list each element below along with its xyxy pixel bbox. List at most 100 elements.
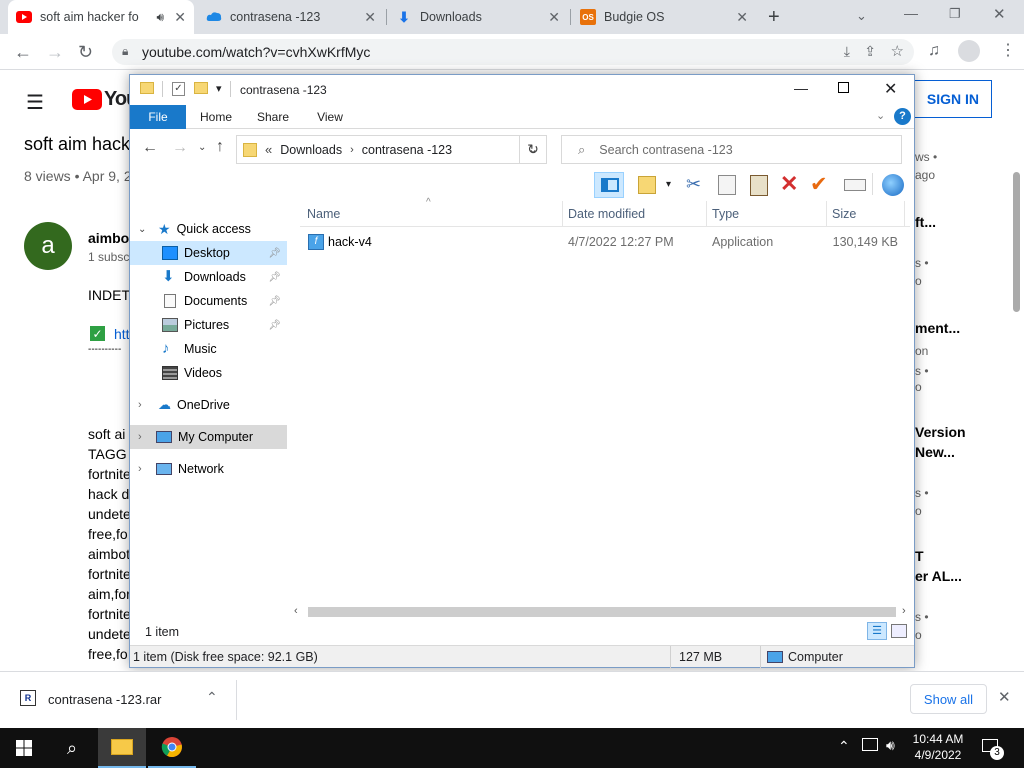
related-video-text[interactable]: s • bbox=[915, 610, 929, 624]
new-folder-icon[interactable] bbox=[194, 82, 208, 94]
nav-network[interactable]: › Network bbox=[130, 457, 287, 481]
chevron-right-icon[interactable]: › bbox=[350, 144, 354, 156]
taskbar-file-explorer[interactable] bbox=[98, 728, 146, 768]
nav-downloads[interactable]: ⬇ Downloads 📌︎ bbox=[130, 265, 287, 289]
related-video-text[interactable]: ago bbox=[915, 168, 935, 182]
preview-pane-button[interactable] bbox=[594, 172, 624, 198]
recent-locations-icon[interactable]: ⌄ bbox=[198, 142, 206, 153]
address-bar[interactable]: 🔒︎ youtube.com/watch?v=cvhXwKrfMyc ⤓ ⇪ ☆ bbox=[112, 39, 914, 65]
pin-icon[interactable]: 📌︎ bbox=[268, 320, 281, 331]
related-video-text[interactable]: er AL... bbox=[915, 568, 962, 584]
nav-music[interactable]: ♪ Music bbox=[130, 337, 287, 361]
related-video-text[interactable]: o bbox=[915, 274, 922, 288]
share-icon[interactable]: ⇪ bbox=[864, 43, 876, 60]
nav-documents[interactable]: Documents 📌︎ bbox=[130, 289, 287, 313]
related-video-text[interactable]: ment... bbox=[915, 320, 960, 336]
search-button[interactable]: ⌕ bbox=[48, 728, 96, 768]
lock-icon[interactable]: 🔒︎ bbox=[122, 44, 128, 59]
copy-icon[interactable] bbox=[718, 175, 736, 195]
tab-file[interactable]: File bbox=[130, 105, 186, 129]
pin-icon[interactable]: 📌︎ bbox=[268, 248, 281, 259]
related-video-text[interactable]: on bbox=[915, 344, 928, 358]
reload-icon[interactable]: ↻ bbox=[78, 42, 93, 63]
forward-icon[interactable]: → bbox=[172, 139, 188, 157]
chevron-up-icon[interactable]: ⌃ bbox=[206, 689, 218, 706]
pin-icon[interactable]: 📌︎ bbox=[268, 272, 281, 283]
maximize-icon[interactable] bbox=[838, 82, 849, 93]
minimize-icon[interactable]: — bbox=[904, 5, 918, 21]
chevron-down-icon[interactable]: ⌄ bbox=[138, 224, 150, 235]
tab-share[interactable]: Share bbox=[248, 105, 298, 129]
tab-budgie[interactable]: OS Budgie OS ✕ bbox=[572, 0, 756, 34]
select-icon[interactable] bbox=[638, 176, 656, 194]
hamburger-icon[interactable]: ☰ bbox=[26, 90, 44, 115]
cut-icon[interactable]: ✂ bbox=[686, 174, 701, 195]
download-item[interactable]: R contrasena -123.rar ⌃ bbox=[0, 672, 236, 728]
clock[interactable]: 10:44 AM 4/9/2022 bbox=[906, 731, 970, 763]
search-box[interactable]: ⌕ Search contrasena -123 bbox=[561, 135, 902, 164]
nav-my-computer[interactable]: › My Computer bbox=[130, 425, 287, 449]
scroll-right-icon[interactable]: › bbox=[902, 605, 906, 617]
related-video-text[interactable]: ft... bbox=[915, 214, 936, 230]
customize-qat-icon[interactable]: ▾ bbox=[216, 82, 222, 95]
media-control-icon[interactable]: ♫ bbox=[928, 42, 940, 60]
back-icon[interactable]: ← bbox=[142, 139, 158, 157]
bookmark-star-icon[interactable]: ☆ bbox=[891, 42, 904, 60]
location-bar[interactable]: « Downloads › contrasena -123 ⌄ bbox=[236, 135, 547, 164]
column-size[interactable]: Size bbox=[832, 207, 856, 221]
close-icon[interactable]: ✕ bbox=[548, 9, 560, 26]
forward-icon[interactable]: → bbox=[46, 42, 64, 63]
youtube-logo[interactable]: You bbox=[72, 88, 138, 111]
start-button[interactable] bbox=[0, 728, 48, 768]
notification-center[interactable]: 3 bbox=[980, 738, 1004, 760]
new-tab-icon[interactable]: + bbox=[768, 6, 780, 29]
dropdown-arrow-icon[interactable]: ▾ bbox=[666, 179, 671, 190]
related-video-text[interactable]: o bbox=[915, 380, 922, 394]
scrollbar-thumb[interactable] bbox=[308, 607, 896, 617]
description-link[interactable]: htt bbox=[114, 326, 130, 342]
profile-icon[interactable] bbox=[958, 40, 980, 62]
related-video-text[interactable]: o bbox=[915, 628, 922, 642]
nav-videos[interactable]: Videos bbox=[130, 361, 287, 385]
chevron-up-icon[interactable]: ⌃ bbox=[838, 738, 850, 755]
minimize-icon[interactable]: — bbox=[794, 80, 808, 96]
tab-contrasena[interactable]: contrasena -123 ✕ bbox=[198, 0, 384, 34]
paste-icon[interactable] bbox=[750, 175, 768, 196]
chevron-right-icon[interactable]: › bbox=[138, 399, 150, 411]
tab-home[interactable]: Home bbox=[190, 105, 242, 129]
help-icon[interactable]: ? bbox=[894, 108, 911, 125]
close-icon[interactable]: ✕ bbox=[364, 9, 376, 26]
expand-ribbon-icon[interactable]: ⌄ bbox=[876, 109, 885, 122]
close-shelf-icon[interactable]: ✕ bbox=[998, 688, 1011, 706]
nav-quick-access[interactable]: ⌄ ★ Quick access bbox=[130, 217, 287, 241]
channel-name[interactable]: aimbo bbox=[88, 230, 129, 246]
chevron-right-icon[interactable]: › bbox=[138, 431, 150, 443]
page-scrollbar[interactable] bbox=[1013, 172, 1020, 312]
refresh-button[interactable]: ↻ bbox=[519, 135, 547, 164]
related-video-text[interactable]: Version bbox=[915, 424, 966, 440]
details-view-icon[interactable]: ☰ bbox=[867, 622, 887, 640]
related-video-text[interactable]: s • bbox=[915, 364, 929, 378]
column-date-modified[interactable]: Date modified bbox=[568, 207, 645, 221]
tab-youtube[interactable]: soft aim hacker fo 🔊︎ ✕ bbox=[8, 0, 194, 34]
related-video-text[interactable]: s • bbox=[915, 256, 929, 270]
scroll-left-icon[interactable]: ‹ bbox=[294, 605, 298, 617]
pin-icon[interactable]: 📌︎ bbox=[268, 296, 281, 307]
volume-icon[interactable]: 🔊︎ bbox=[886, 737, 895, 754]
sign-in-button[interactable]: SIGN IN bbox=[914, 80, 992, 118]
up-icon[interactable]: ↑ bbox=[216, 138, 224, 156]
menu-kebab-icon[interactable]: ⋮ bbox=[1000, 40, 1016, 60]
nav-pictures[interactable]: Pictures 📌︎ bbox=[130, 313, 287, 337]
related-video-text[interactable]: o bbox=[915, 504, 922, 518]
delete-icon[interactable]: ✕ bbox=[780, 171, 798, 197]
tab-view[interactable]: View bbox=[304, 105, 356, 129]
rename-check-icon[interactable]: ✔ bbox=[810, 172, 828, 197]
chevron-right-icon[interactable]: › bbox=[138, 463, 150, 475]
globe-icon[interactable] bbox=[882, 174, 904, 196]
properties-icon[interactable]: ✓ bbox=[172, 82, 185, 96]
nav-onedrive[interactable]: › ☁ OneDrive bbox=[130, 393, 287, 417]
related-video-text[interactable]: ws • bbox=[915, 150, 937, 164]
column-name[interactable]: Name bbox=[307, 207, 340, 221]
large-icons-view-icon[interactable] bbox=[891, 624, 907, 638]
tab-downloads[interactable]: ⬇ Downloads ✕ bbox=[388, 0, 568, 34]
